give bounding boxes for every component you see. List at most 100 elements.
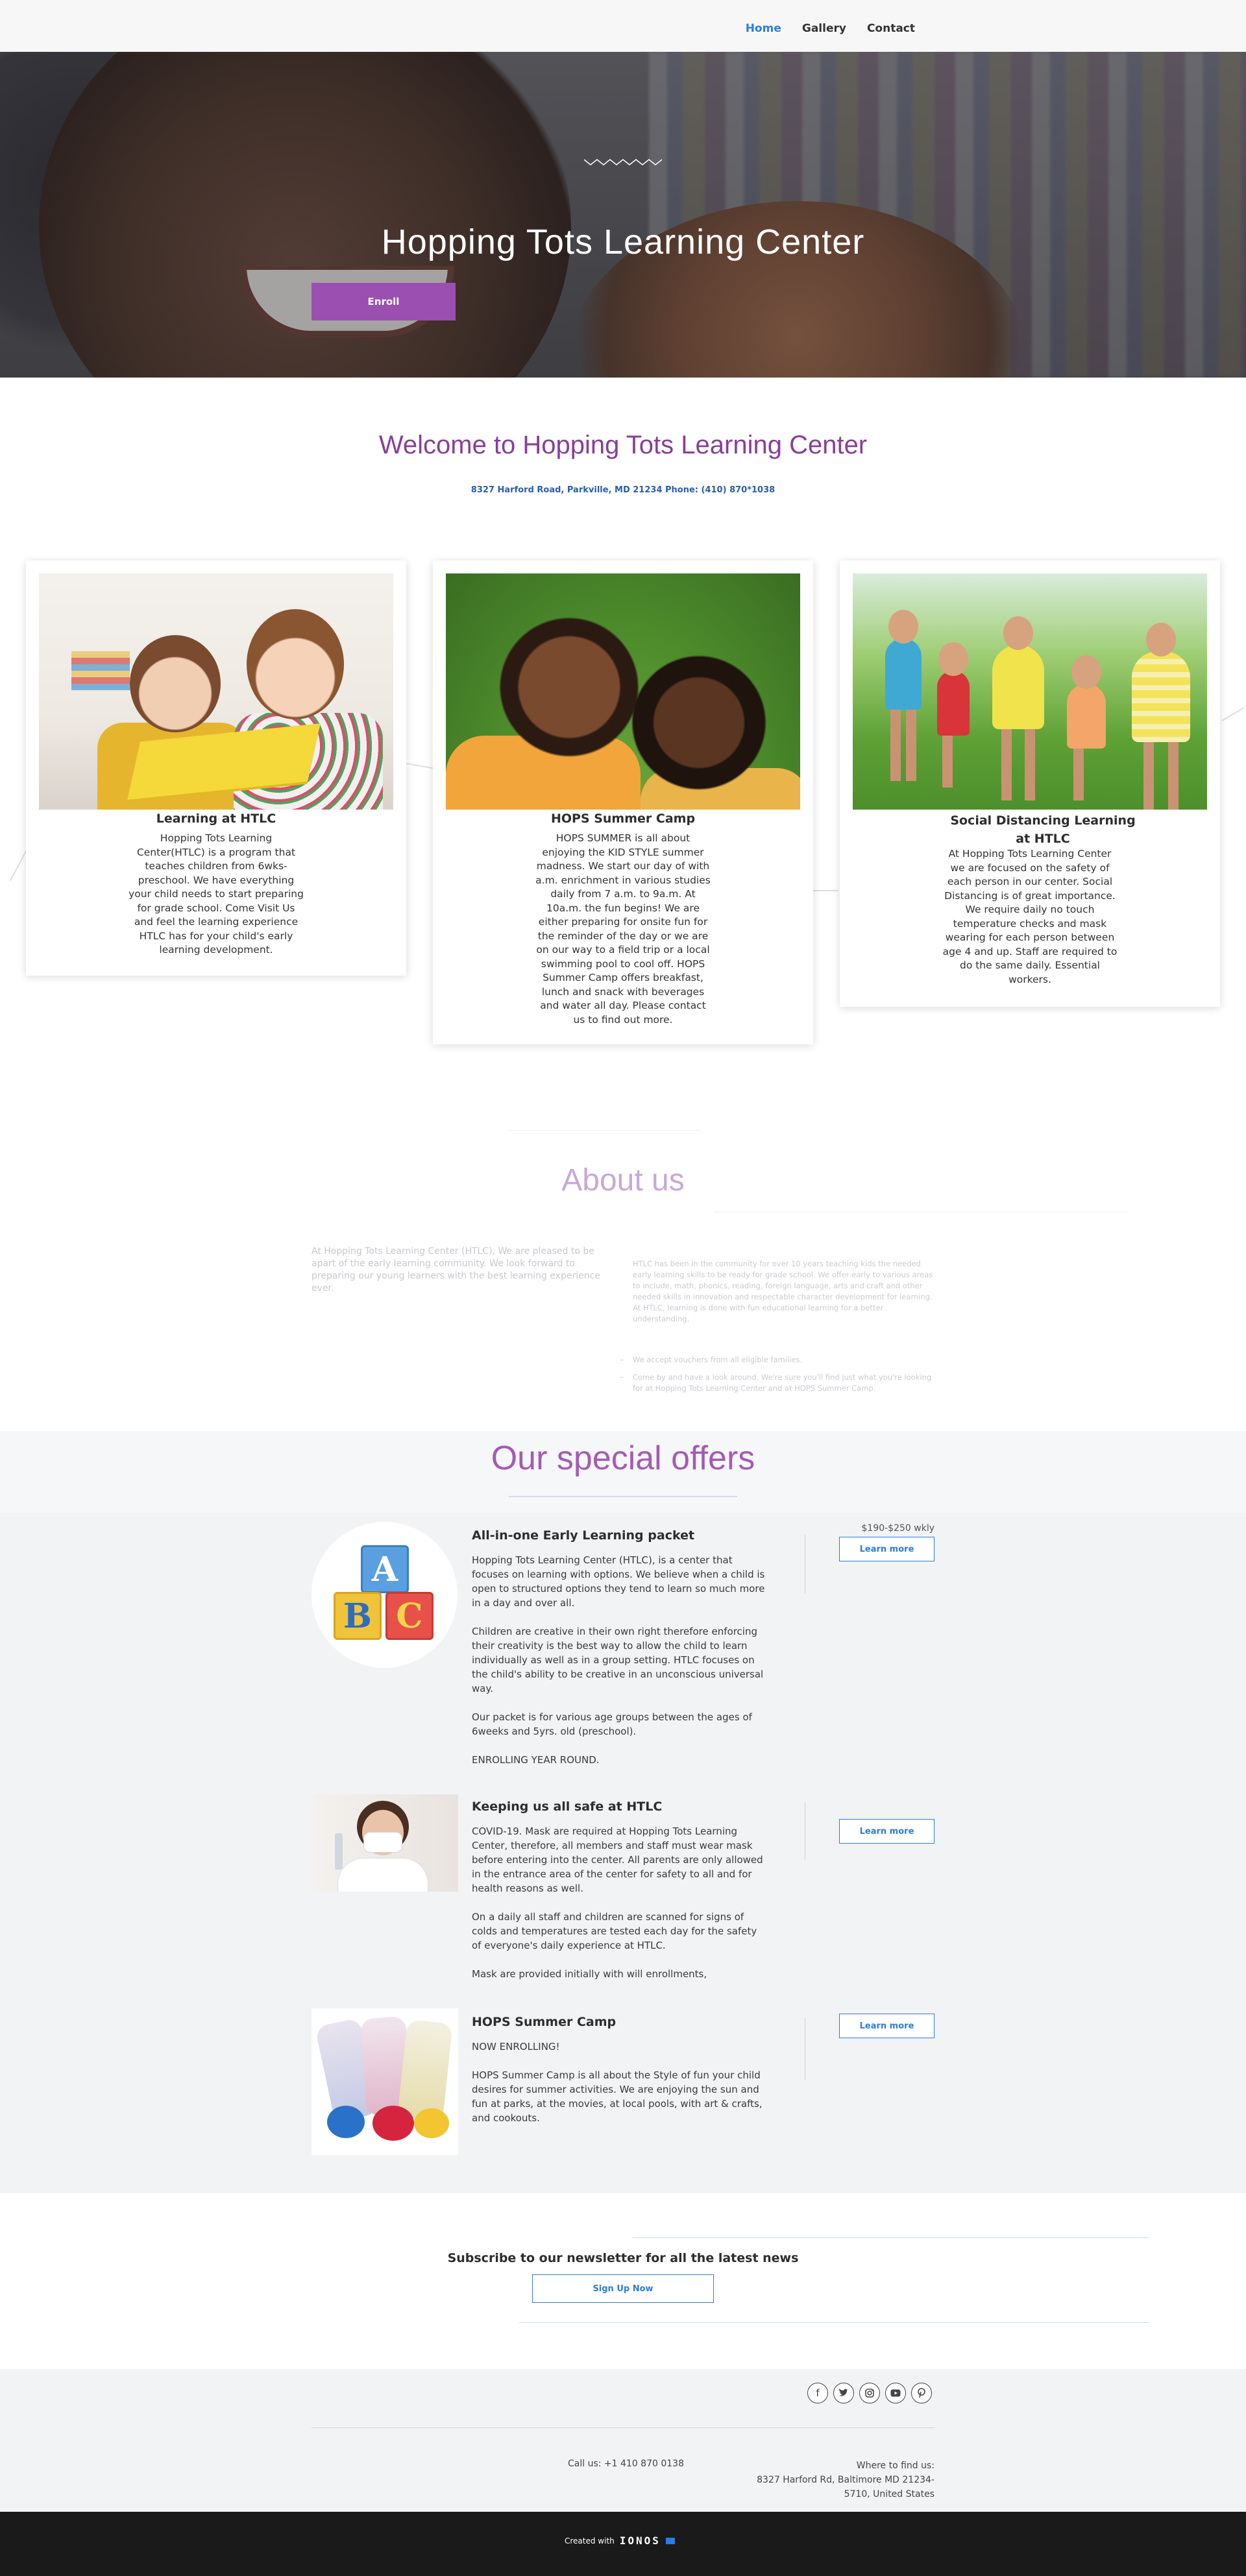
footer-divider bbox=[312, 2427, 934, 2428]
top-navigation: Home Gallery Contact bbox=[0, 0, 1246, 52]
runner-leg bbox=[1025, 729, 1035, 800]
runner bbox=[885, 610, 922, 781]
offer-paragraph: HOPS Summer Camp is all about the Style … bbox=[472, 2069, 763, 2124]
nav-home[interactable]: Home bbox=[746, 22, 781, 35]
facebook-icon[interactable]: f bbox=[807, 2383, 828, 2403]
runner-leg bbox=[1143, 742, 1154, 810]
about-bullet: We accept vouchers from all eligible fam… bbox=[620, 1354, 938, 1366]
offer-title: Keeping us all safe at HTLC bbox=[472, 1800, 663, 1814]
decorative-line bbox=[1221, 707, 1245, 721]
offer-paragraph: Mask are provided initially with will en… bbox=[472, 1968, 707, 1980]
offer-paragraph: ENROLLING YEAR ROUND. bbox=[472, 1754, 600, 1766]
pinterest-glyph bbox=[918, 2388, 925, 2398]
offer-paragraph: Children are creative in their own right… bbox=[472, 1626, 764, 1694]
youtube-icon[interactable] bbox=[885, 2383, 906, 2403]
about-bullet-list: We accept vouchers from all eligible fam… bbox=[620, 1354, 938, 1401]
runner-head bbox=[1146, 623, 1176, 656]
learn-more-button[interactable]: Learn more bbox=[839, 2014, 934, 2038]
runner-head bbox=[1071, 655, 1101, 689]
pinterest-icon[interactable] bbox=[911, 2383, 932, 2403]
hero-title: Hopping Tots Learning Center bbox=[381, 223, 865, 261]
paint-blob-yellow bbox=[414, 2108, 449, 2138]
offer-title: All-in-one Early Learning packet bbox=[472, 1528, 695, 1543]
offer-description: Hopping Tots Learning Center (HTLC), is … bbox=[472, 1553, 765, 1781]
runner-head bbox=[1003, 616, 1033, 650]
toy-shelf bbox=[71, 651, 130, 690]
runner bbox=[992, 616, 1044, 800]
syringe bbox=[335, 1833, 343, 1870]
runner-leg bbox=[1073, 749, 1084, 800]
card-image-reading-kids bbox=[39, 573, 393, 810]
runner-leg bbox=[1168, 742, 1179, 810]
footer-location-title: Where to find us: bbox=[856, 2461, 934, 2471]
paint-blob-red bbox=[373, 2106, 414, 2141]
card-title: Learning at HTLC bbox=[156, 812, 276, 826]
runner-head bbox=[888, 610, 918, 644]
offer-description: COVID-19. Mask are required at Hopping T… bbox=[472, 1824, 765, 1995]
newsletter-bottom-line bbox=[519, 2322, 1149, 2323]
runner bbox=[1132, 623, 1190, 810]
offer-image-abc-blocks: A B C bbox=[312, 1522, 458, 1668]
card-title: HOPS Summer Camp bbox=[550, 812, 696, 826]
runner-leg bbox=[942, 736, 953, 788]
decorative-line bbox=[406, 763, 436, 769]
learn-more-button[interactable]: Learn more bbox=[839, 1819, 934, 1844]
offer-paragraph: Our packet is for various age groups bet… bbox=[472, 1711, 752, 1737]
nav-links: Home Gallery Contact bbox=[746, 22, 915, 35]
welcome-address: 8327 Harford Road, Parkville, MD 21234 P… bbox=[470, 485, 776, 495]
footer bbox=[0, 2369, 1246, 2512]
card-title: Social Distancing Learning at HTLC bbox=[950, 813, 1136, 846]
instagram-glyph bbox=[865, 2389, 874, 2398]
card-text: At Hopping Tots Learning Center we are f… bbox=[942, 848, 1118, 985]
offer-paragraph: On a daily all staff and children are sc… bbox=[472, 1911, 757, 1951]
offer-paragraph: Hopping Tots Learning Center (HTLC), is … bbox=[472, 1554, 765, 1609]
runner-leg bbox=[906, 710, 916, 781]
offer-description: NOW ENROLLING! HOPS Summer Camp is all a… bbox=[472, 2040, 765, 2139]
created-with: Created with IONOS bbox=[565, 2534, 675, 2547]
offer-image-nurse-mask bbox=[312, 1794, 458, 1892]
card-learning: Learning at HTLC Hopping Tots Learning C… bbox=[26, 560, 406, 976]
youtube-glyph bbox=[890, 2389, 901, 2397]
runner-leg bbox=[890, 710, 901, 781]
offers-title-underline bbox=[509, 1496, 737, 1497]
hero-overlay bbox=[0, 52, 1246, 378]
paint-tube-yellow bbox=[397, 2019, 453, 2121]
girl-face bbox=[628, 645, 770, 800]
footer-phone: Call us: +1 410 870 0138 bbox=[568, 2459, 684, 2469]
card-text: Hopping Tots Learning Center(HTLC) is a … bbox=[128, 832, 304, 956]
twitter-bird-glyph bbox=[839, 2389, 848, 2396]
about-divider bbox=[506, 1130, 701, 1131]
zigzag-ornament-icon bbox=[584, 159, 662, 165]
block-a: A bbox=[361, 1545, 409, 1593]
offer-price: $190-$250 wkly bbox=[861, 1523, 935, 1534]
boy-head bbox=[130, 635, 221, 732]
twitter-icon[interactable] bbox=[833, 2383, 854, 2403]
learn-more-button[interactable]: Learn more bbox=[839, 1537, 934, 1561]
runner bbox=[937, 642, 970, 788]
ionos-logo[interactable]: IONOS bbox=[620, 2534, 661, 2547]
footer-location-line: 8327 Harford Rd, Baltimore MD 21234- bbox=[757, 2475, 934, 2485]
girl-head bbox=[247, 609, 344, 719]
welcome-title: Welcome to Hopping Tots Learning Center bbox=[378, 431, 868, 459]
footer-location: Where to find us: 8327 Harford Rd, Balti… bbox=[727, 2459, 934, 2501]
boy-face bbox=[498, 599, 641, 768]
footer-location-line: 5710, United States bbox=[844, 2489, 934, 2499]
nav-contact[interactable]: Contact bbox=[867, 22, 915, 35]
offer-paragraph: NOW ENROLLING! bbox=[472, 2041, 560, 2052]
runner-head bbox=[938, 642, 968, 676]
offer-paragraph: COVID-19. Mask are required at Hopping T… bbox=[472, 1825, 763, 1894]
nav-gallery[interactable]: Gallery bbox=[802, 22, 846, 35]
newsletter-title: Subscribe to our newsletter for all the … bbox=[447, 2251, 799, 2265]
instagram-icon[interactable] bbox=[859, 2383, 880, 2403]
runner-leg bbox=[1001, 729, 1012, 800]
card-image-summer-kids bbox=[446, 573, 800, 810]
about-intro-text: At Hopping Tots Learning Center (HTLC), … bbox=[312, 1246, 600, 1294]
created-with-label: Created with bbox=[565, 2536, 615, 2546]
paint-blob-blue bbox=[327, 2106, 365, 2138]
block-c: C bbox=[385, 1592, 434, 1640]
enroll-button[interactable]: Enroll bbox=[312, 283, 456, 320]
about-detail-text: HTLC has been in the community for over … bbox=[633, 1259, 933, 1323]
ionos-badge-icon bbox=[665, 2537, 675, 2544]
sign-up-button[interactable]: Sign Up Now bbox=[532, 2274, 714, 2303]
card-text: HOPS SUMMER is all about enjoying the KI… bbox=[535, 832, 711, 1026]
